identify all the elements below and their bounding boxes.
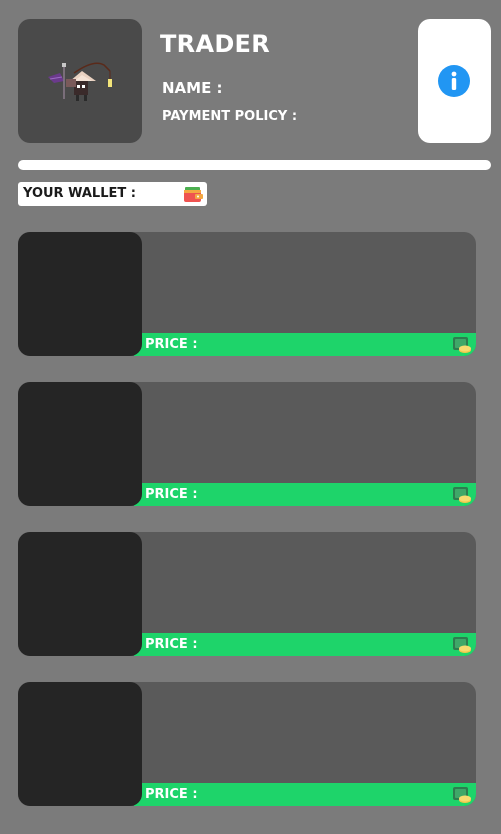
item-thumbnail[interactable] bbox=[18, 382, 142, 506]
shop-item-card[interactable]: PRICE : bbox=[18, 232, 476, 356]
price-bar: PRICE : bbox=[134, 633, 476, 656]
coin-cash-icon bbox=[453, 637, 471, 653]
wallet-icon bbox=[184, 187, 203, 202]
price-bar: PRICE : bbox=[134, 333, 476, 356]
item-thumbnail[interactable] bbox=[18, 232, 142, 356]
trader-sprite-icon bbox=[48, 62, 112, 101]
shop-item-card[interactable]: PRICE : bbox=[18, 532, 476, 656]
payment-policy-label: PAYMENT POLICY : bbox=[162, 109, 298, 124]
wallet-field: YOUR WALLET : bbox=[18, 182, 207, 206]
info-button[interactable] bbox=[418, 19, 491, 143]
info-icon bbox=[438, 65, 470, 97]
wallet-label: YOUR WALLET : bbox=[23, 186, 136, 201]
trader-name-label: NAME : bbox=[162, 79, 223, 97]
page-title: TRADER bbox=[160, 30, 271, 58]
shop-item-card[interactable]: PRICE : bbox=[18, 682, 476, 806]
coin-cash-icon bbox=[453, 787, 471, 803]
price-label: PRICE : bbox=[145, 487, 198, 502]
trader-portrait bbox=[18, 19, 142, 143]
header-divider bbox=[18, 160, 491, 170]
price-bar: PRICE : bbox=[134, 783, 476, 806]
trader-panel: TRADER NAME : PAYMENT POLICY : YOUR WALL… bbox=[0, 0, 501, 834]
price-label: PRICE : bbox=[145, 787, 198, 802]
price-bar: PRICE : bbox=[134, 483, 476, 506]
coin-cash-icon bbox=[453, 487, 471, 503]
item-thumbnail[interactable] bbox=[18, 682, 142, 806]
shop-item-card[interactable]: PRICE : bbox=[18, 382, 476, 506]
coin-cash-icon bbox=[453, 337, 471, 353]
price-label: PRICE : bbox=[145, 637, 198, 652]
item-thumbnail[interactable] bbox=[18, 532, 142, 656]
price-label: PRICE : bbox=[145, 337, 198, 352]
